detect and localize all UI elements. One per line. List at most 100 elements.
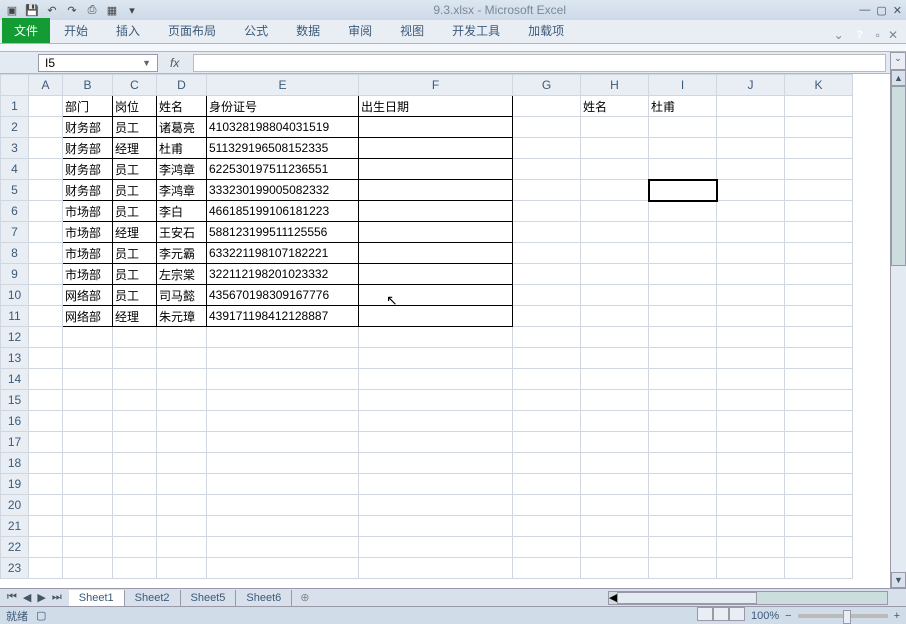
cell-F11[interactable] [359, 306, 513, 327]
cell-D17[interactable] [157, 432, 207, 453]
print-icon[interactable]: ⎙ [84, 2, 100, 18]
cell-D2[interactable]: 诸葛亮 [157, 117, 207, 138]
minimize-icon[interactable]: — [859, 4, 870, 17]
cell-H12[interactable] [581, 327, 649, 348]
cell-H4[interactable] [581, 159, 649, 180]
cell-B23[interactable] [63, 558, 113, 579]
row-header-14[interactable]: 14 [1, 369, 29, 390]
cell-B16[interactable] [63, 411, 113, 432]
cell-K23[interactable] [785, 558, 853, 579]
cell-I10[interactable] [649, 285, 717, 306]
name-box[interactable]: I5 ▼ [38, 54, 158, 72]
cell-F14[interactable] [359, 369, 513, 390]
cell-G22[interactable] [513, 537, 581, 558]
scroll-up-icon[interactable]: ▲ [891, 70, 906, 86]
cell-I6[interactable] [649, 201, 717, 222]
cell-I13[interactable] [649, 348, 717, 369]
cell-F22[interactable] [359, 537, 513, 558]
cell-C5[interactable]: 员工 [113, 180, 157, 201]
cell-G5[interactable] [513, 180, 581, 201]
cell-F9[interactable] [359, 264, 513, 285]
cell-I8[interactable] [649, 243, 717, 264]
cell-A7[interactable] [29, 222, 63, 243]
cell-B11[interactable]: 网络部 [63, 306, 113, 327]
cell-E16[interactable] [207, 411, 359, 432]
cell-A8[interactable] [29, 243, 63, 264]
cell-F4[interactable] [359, 159, 513, 180]
cell-G3[interactable] [513, 138, 581, 159]
cell-B9[interactable]: 市场部 [63, 264, 113, 285]
cell-E22[interactable] [207, 537, 359, 558]
cell-E7[interactable]: 588123199511125556 [207, 222, 359, 243]
cell-H11[interactable] [581, 306, 649, 327]
cell-I4[interactable] [649, 159, 717, 180]
row-header-4[interactable]: 4 [1, 159, 29, 180]
cell-B21[interactable] [63, 516, 113, 537]
cell-F7[interactable] [359, 222, 513, 243]
cell-A19[interactable] [29, 474, 63, 495]
cell-F2[interactable] [359, 117, 513, 138]
cell-I16[interactable] [649, 411, 717, 432]
cell-H21[interactable] [581, 516, 649, 537]
cell-F20[interactable] [359, 495, 513, 516]
cell-A23[interactable] [29, 558, 63, 579]
sheet-tab-2[interactable]: Sheet2 [125, 590, 181, 606]
cell-G2[interactable] [513, 117, 581, 138]
cell-F10[interactable] [359, 285, 513, 306]
cell-C21[interactable] [113, 516, 157, 537]
cell-J15[interactable] [717, 390, 785, 411]
cell-H20[interactable] [581, 495, 649, 516]
col-header-F[interactable]: F [359, 75, 513, 96]
cell-A1[interactable] [29, 96, 63, 117]
cell-B3[interactable]: 财务部 [63, 138, 113, 159]
cell-J17[interactable] [717, 432, 785, 453]
cell-I1[interactable]: 杜甫 [649, 96, 717, 117]
cell-G9[interactable] [513, 264, 581, 285]
redo-icon[interactable]: ↷ [64, 2, 80, 18]
cell-D23[interactable] [157, 558, 207, 579]
cell-E13[interactable] [207, 348, 359, 369]
cell-F23[interactable] [359, 558, 513, 579]
cell-C16[interactable] [113, 411, 157, 432]
cell-K5[interactable] [785, 180, 853, 201]
cell-G12[interactable] [513, 327, 581, 348]
tab-data[interactable]: 数据 [282, 18, 334, 43]
cell-D19[interactable] [157, 474, 207, 495]
cell-A17[interactable] [29, 432, 63, 453]
cell-J9[interactable] [717, 264, 785, 285]
cell-G20[interactable] [513, 495, 581, 516]
cell-A21[interactable] [29, 516, 63, 537]
cell-G6[interactable] [513, 201, 581, 222]
cell-A22[interactable] [29, 537, 63, 558]
row-header-5[interactable]: 5 [1, 180, 29, 201]
cell-B13[interactable] [63, 348, 113, 369]
cell-C8[interactable]: 员工 [113, 243, 157, 264]
cell-E1[interactable]: 身份证号 [207, 96, 359, 117]
cell-K22[interactable] [785, 537, 853, 558]
cell-B5[interactable]: 财务部 [63, 180, 113, 201]
cell-G14[interactable] [513, 369, 581, 390]
cell-I12[interactable] [649, 327, 717, 348]
cell-I2[interactable] [649, 117, 717, 138]
fx-icon[interactable]: fx [170, 56, 179, 70]
cell-E18[interactable] [207, 453, 359, 474]
save-icon[interactable]: 💾 [24, 2, 40, 18]
cell-G15[interactable] [513, 390, 581, 411]
col-header-B[interactable]: B [63, 75, 113, 96]
cell-J4[interactable] [717, 159, 785, 180]
cell-H15[interactable] [581, 390, 649, 411]
cell-A14[interactable] [29, 369, 63, 390]
tab-review[interactable]: 审阅 [334, 18, 386, 43]
cell-E5[interactable]: 333230199005082332 [207, 180, 359, 201]
cell-K17[interactable] [785, 432, 853, 453]
undo-icon[interactable]: ↶ [44, 2, 60, 18]
cell-C2[interactable]: 员工 [113, 117, 157, 138]
cell-H19[interactable] [581, 474, 649, 495]
cell-H17[interactable] [581, 432, 649, 453]
cell-C9[interactable]: 员工 [113, 264, 157, 285]
cell-A20[interactable] [29, 495, 63, 516]
maximize-icon[interactable]: ▢ [876, 4, 886, 17]
row-header-11[interactable]: 11 [1, 306, 29, 327]
zoom-out-icon[interactable]: − [785, 610, 791, 622]
row-header-8[interactable]: 8 [1, 243, 29, 264]
